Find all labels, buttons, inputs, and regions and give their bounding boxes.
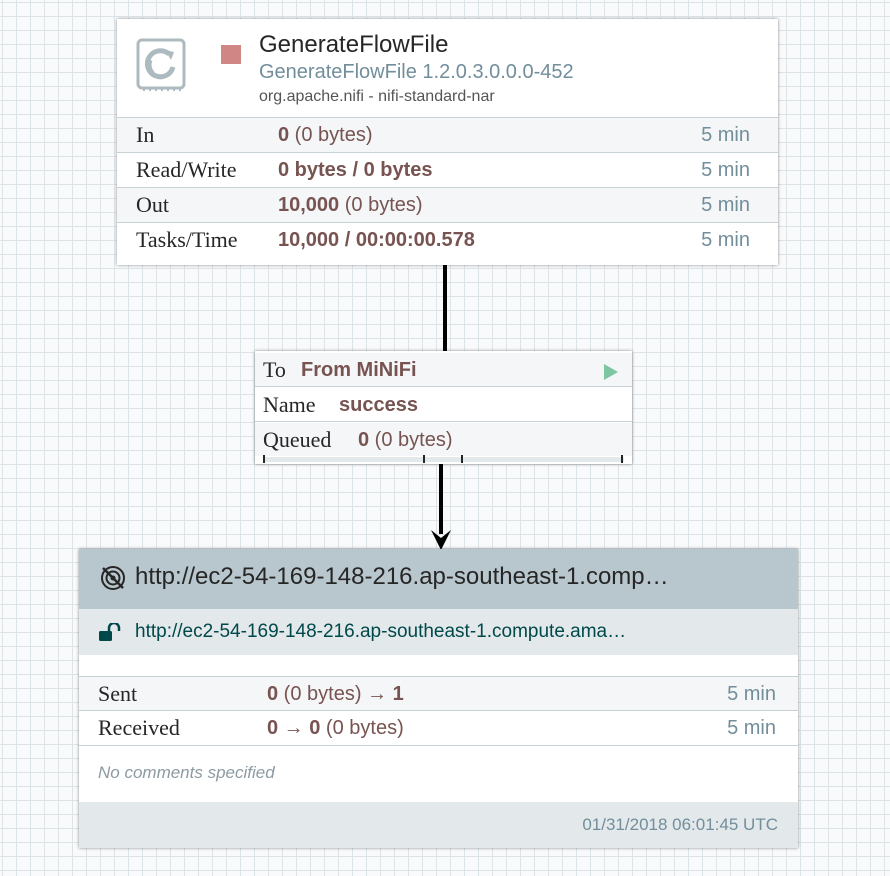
processor-generate-flowfile[interactable]: GenerateFlowFile GenerateFlowFile 1.2.0.… xyxy=(117,19,778,265)
backpressure-tick xyxy=(423,455,425,463)
queued-label: Queued xyxy=(263,427,332,452)
backpressure-tick xyxy=(263,455,265,463)
stat-time: 5 min xyxy=(727,717,776,739)
connection-queued-row: Queued 0 (0 bytes) xyxy=(255,423,632,456)
backpressure-tick xyxy=(461,455,463,463)
stat-time: 5 min xyxy=(701,124,750,146)
rpg-last-refreshed: 01/31/2018 06:01:45 UTC xyxy=(582,815,778,834)
processor-header: GenerateFlowFile GenerateFlowFile 1.2.0.… xyxy=(117,19,778,117)
stat-time: 5 min xyxy=(701,194,750,216)
stat-time: 5 min xyxy=(701,229,750,251)
backpressure-tick xyxy=(621,455,623,463)
stat-label: Tasks/Time xyxy=(136,227,238,252)
processor-stats: In 0 (0 bytes) 5 min Read/Write 0 bytes … xyxy=(117,117,778,257)
processor-bundle: org.apache.nifi - nifi-standard-nar xyxy=(259,88,495,105)
play-icon xyxy=(604,364,618,380)
rpg-footer: 01/31/2018 06:01:45 UTC xyxy=(79,802,798,848)
stat-value: 10,000 (0 bytes) xyxy=(278,194,423,216)
processor-name: GenerateFlowFile xyxy=(259,31,449,58)
rpg-received-row: Received 0 → 0 (0 bytes) 5 min xyxy=(79,710,798,746)
connection-destination-row: To From MiNiFi xyxy=(255,353,632,387)
stat-time: 5 min xyxy=(701,159,750,181)
processor-type: GenerateFlowFile 1.2.0.3.0.0.0-452 xyxy=(259,61,574,83)
backpressure-bar xyxy=(263,457,624,462)
connection-name-row: Name success xyxy=(255,388,632,422)
connection-path-destination[interactable] xyxy=(439,464,443,534)
stat-row-read-write: Read/Write 0 bytes / 0 bytes 5 min xyxy=(117,152,778,187)
relationship-name: success xyxy=(339,394,418,416)
rpg-title: http://ec2-54-169-148-216.ap-southeast-1… xyxy=(135,563,669,590)
transmission-disabled-icon[interactable] xyxy=(99,564,127,592)
name-label: Name xyxy=(263,392,316,417)
connection-path-source[interactable] xyxy=(443,265,447,351)
stat-time: 5 min xyxy=(727,683,776,705)
stat-value: 0 bytes / 0 bytes xyxy=(278,159,433,181)
sent-label: Sent xyxy=(98,681,138,706)
stat-row-tasks-time: Tasks/Time 10,000 / 00:00:00.578 5 min xyxy=(117,222,778,257)
connection-label[interactable]: To From MiNiFi Name success Queued 0 (0 … xyxy=(255,351,632,464)
received-label: Received xyxy=(98,715,180,740)
to-label: To xyxy=(263,357,286,382)
stat-row-out: Out 10,000 (0 bytes) 5 min xyxy=(117,187,778,222)
rpg-header: http://ec2-54-169-148-216.ap-southeast-1… xyxy=(79,549,798,609)
stat-label: Read/Write xyxy=(136,157,237,182)
stopped-status-icon[interactable] xyxy=(221,45,241,64)
rpg-target-uri[interactable]: http://ec2-54-169-148-216.ap-southeast-1… xyxy=(135,621,626,643)
destination-name: From MiNiFi xyxy=(301,359,417,381)
received-value: 0 → 0 (0 bytes) xyxy=(267,717,404,739)
stat-label: Out xyxy=(136,192,169,217)
rpg-comments: No comments specified xyxy=(98,763,275,782)
stat-label: In xyxy=(136,122,155,147)
unlock-icon xyxy=(99,623,121,641)
stat-value: 0 (0 bytes) xyxy=(278,124,373,146)
stat-value: 10,000 / 00:00:00.578 xyxy=(278,229,475,251)
sent-value: 0 (0 bytes) → 1 xyxy=(267,683,404,705)
stat-row-in: In 0 (0 bytes) 5 min xyxy=(117,117,778,152)
rpg-sent-row: Sent 0 (0 bytes) → 1 5 min xyxy=(79,676,798,711)
processor-icon xyxy=(136,38,186,91)
rpg-uri-bar: http://ec2-54-169-148-216.ap-southeast-1… xyxy=(79,609,798,655)
queued-value: 0 (0 bytes) xyxy=(358,429,453,451)
remote-process-group[interactable]: http://ec2-54-169-148-216.ap-southeast-1… xyxy=(79,549,798,848)
